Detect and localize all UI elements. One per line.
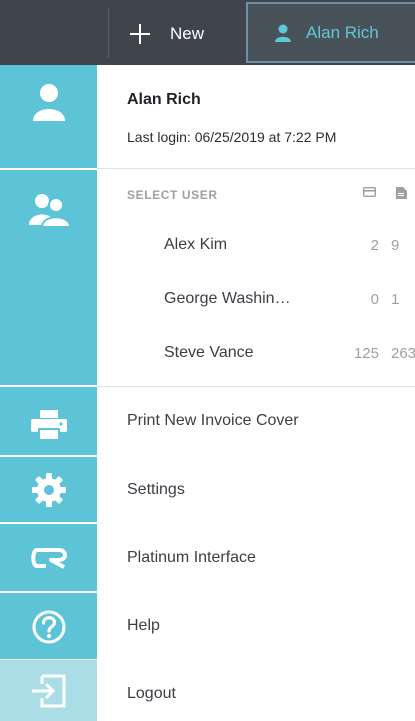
rail-user-item[interactable] xyxy=(0,83,97,121)
new-button[interactable]: New xyxy=(118,10,238,58)
users-icon xyxy=(28,194,70,227)
print-invoice-cover-item[interactable]: Print New Invoice Cover xyxy=(127,412,299,430)
user-list-item[interactable]: Steve Vance 125 263 xyxy=(97,337,415,371)
user-icon xyxy=(32,84,65,121)
rail-divider xyxy=(0,522,97,524)
cr-logo-icon xyxy=(30,548,67,569)
user-name: Alex Kim xyxy=(164,236,228,253)
last-login-text: Last login: 06/25/2019 at 7:22 PM xyxy=(127,129,337,145)
rail-print-item[interactable] xyxy=(0,410,97,440)
user-count-docs: 9 xyxy=(391,237,400,254)
top-bar: New Alan Rich xyxy=(0,0,415,65)
user-count-docs: 263 xyxy=(391,345,415,362)
logout-icon xyxy=(32,674,66,708)
printer-icon xyxy=(30,410,67,440)
rail-divider xyxy=(0,455,97,457)
rail-users-item[interactable] xyxy=(0,193,97,227)
rail-settings-item[interactable] xyxy=(0,473,97,507)
top-bar-divider xyxy=(108,8,109,58)
profile-name: Alan Rich xyxy=(127,91,201,108)
new-button-label: New xyxy=(170,24,205,43)
document-icon xyxy=(396,187,407,199)
user-list-item[interactable]: George Washin… 0 1 xyxy=(97,283,415,317)
section-divider xyxy=(97,168,415,169)
rail-divider xyxy=(0,591,97,593)
help-icon xyxy=(32,610,65,644)
select-user-heading: SELECT USER xyxy=(127,188,218,202)
top-bar-spacer xyxy=(0,0,108,65)
card-icon xyxy=(363,187,376,197)
logout-item[interactable]: Logout xyxy=(127,685,176,703)
user-name: Steve Vance xyxy=(164,344,254,361)
user-count-docs: 1 xyxy=(391,291,400,308)
section-divider xyxy=(97,386,415,387)
user-count-cards: 2 xyxy=(370,237,379,254)
left-rail xyxy=(0,65,97,721)
help-item[interactable]: Help xyxy=(127,617,160,635)
user-name: George Washin… xyxy=(164,290,291,307)
current-user-label: Alan Rich xyxy=(306,22,379,42)
current-user-button[interactable]: Alan Rich xyxy=(246,2,415,63)
user-count-cards: 125 xyxy=(353,345,379,362)
user-count-cards: 0 xyxy=(370,291,379,308)
plus-icon xyxy=(130,24,150,44)
platinum-interface-item[interactable]: Platinum Interface xyxy=(127,549,256,567)
rail-logout-item[interactable] xyxy=(0,660,97,721)
rail-divider xyxy=(0,385,97,387)
user-list-item[interactable]: Alex Kim 2 9 xyxy=(97,229,415,263)
rail-divider xyxy=(0,168,97,170)
rail-platinum-item[interactable] xyxy=(0,547,97,569)
user-icon xyxy=(275,24,291,42)
gear-icon xyxy=(31,473,66,507)
rail-help-item[interactable] xyxy=(0,610,97,644)
settings-item[interactable]: Settings xyxy=(127,481,185,499)
menu-panel: Alan Rich Last login: 06/25/2019 at 7:22… xyxy=(97,65,415,721)
